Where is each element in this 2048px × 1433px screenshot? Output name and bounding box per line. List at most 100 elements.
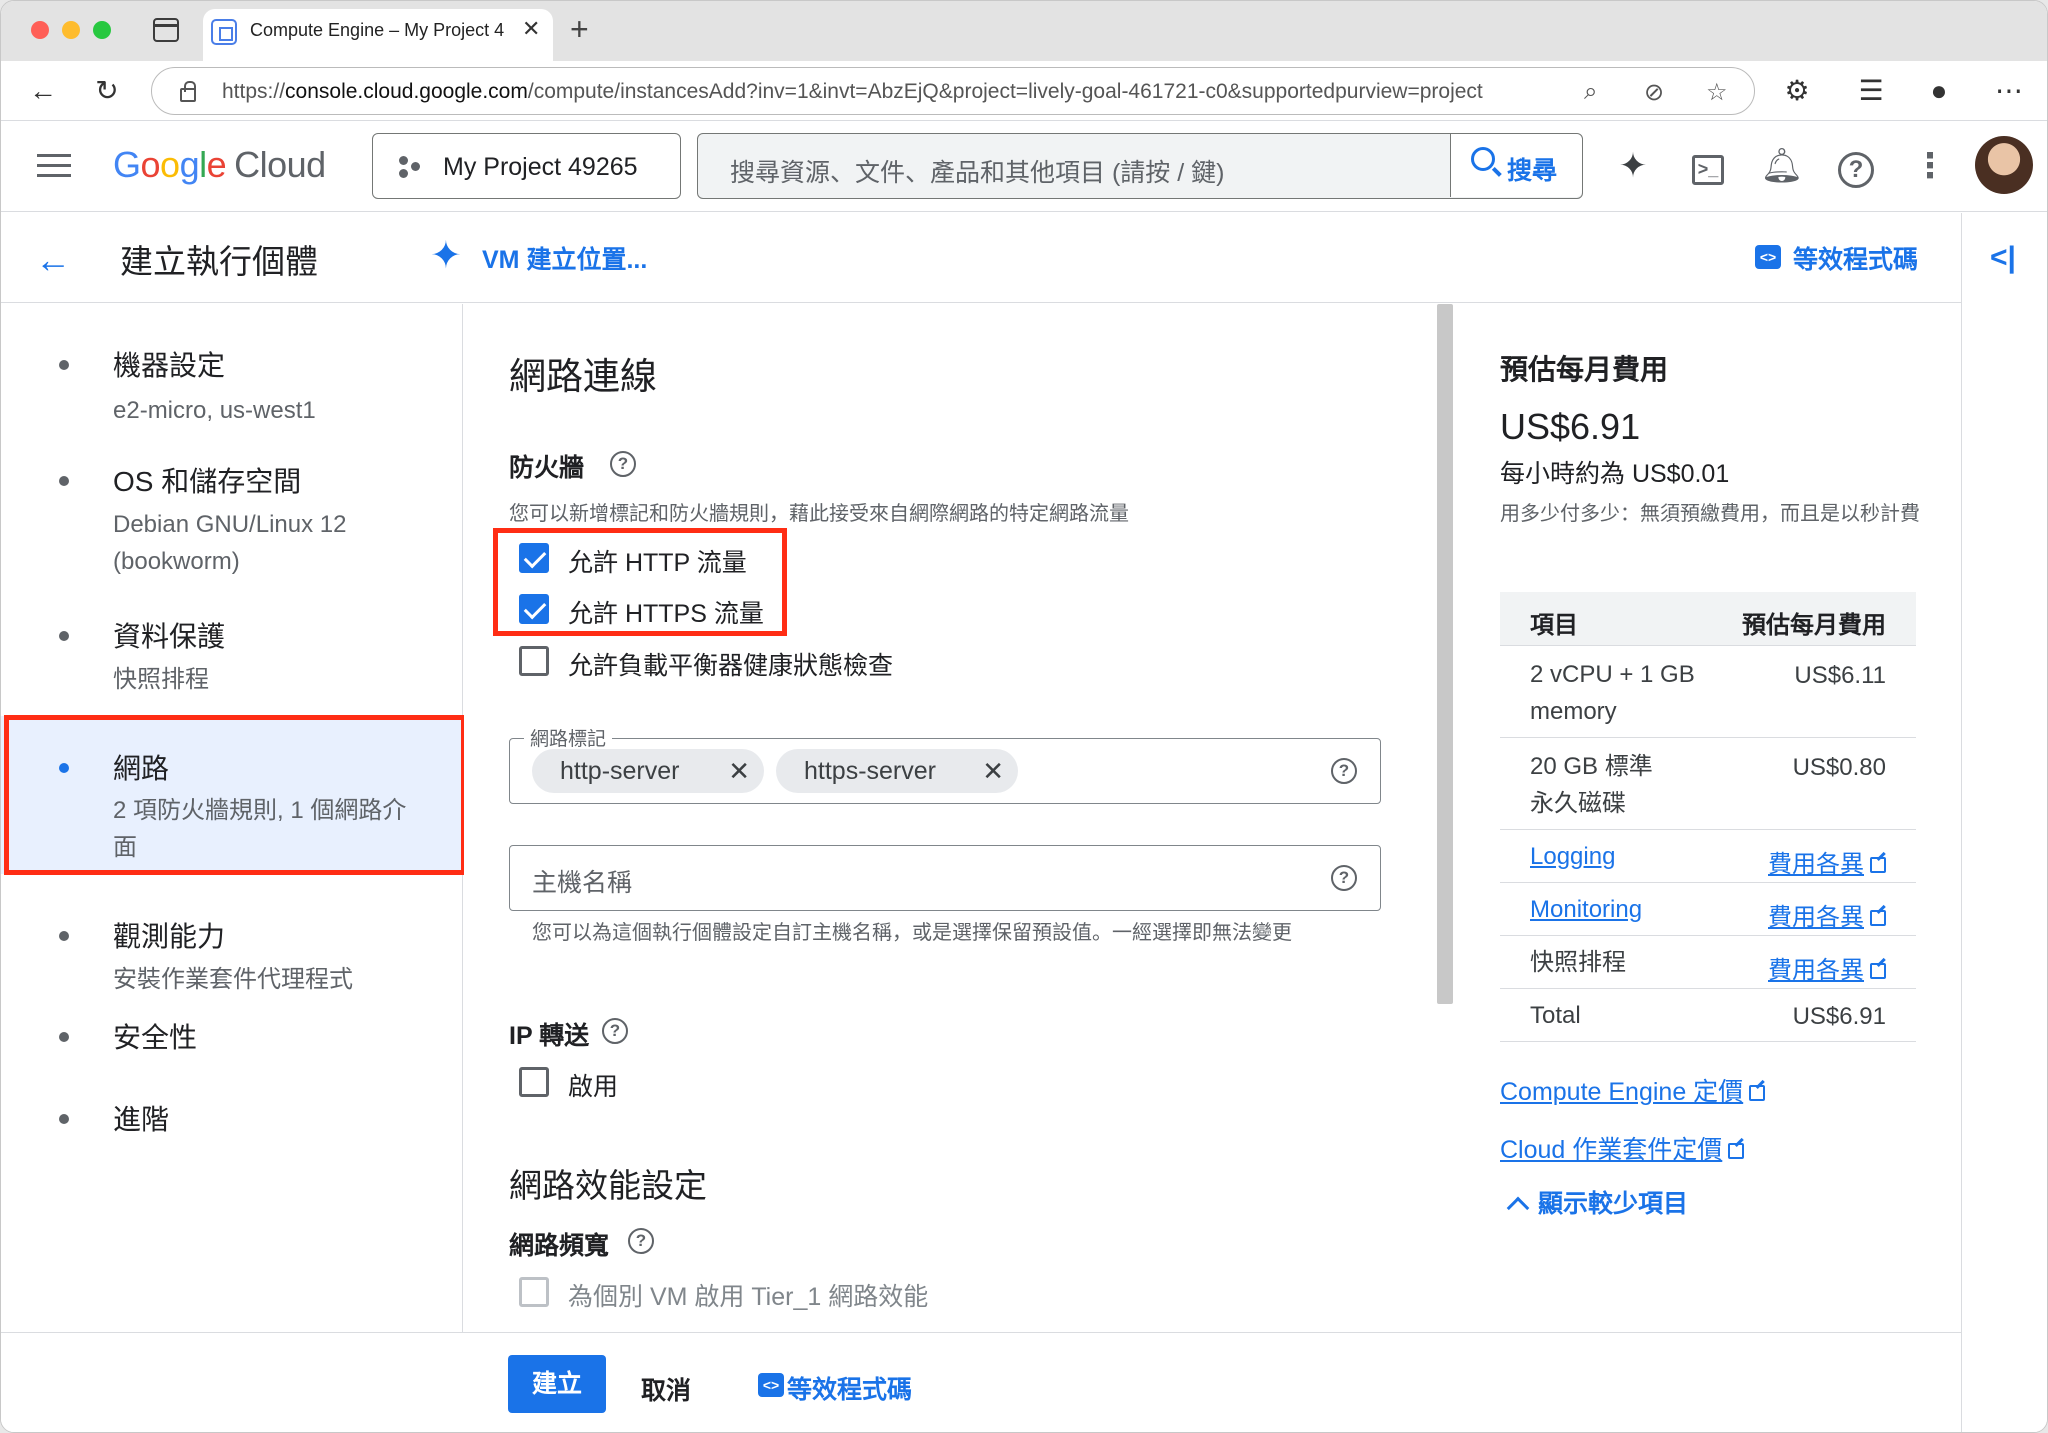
highlight-box-networking (4, 715, 466, 875)
create-button[interactable]: 建立 (508, 1355, 606, 1413)
search-button[interactable]: 搜尋 (1450, 134, 1582, 197)
allow-lb-health-check-checkbox[interactable] (519, 646, 549, 676)
bandwidth-help-icon[interactable]: ? (628, 1228, 654, 1254)
firewall-label: 防火牆 (509, 454, 585, 482)
notifications-bell-icon[interactable]: 🔔︎ (1758, 142, 1806, 190)
external-link-icon (1870, 857, 1886, 873)
google-cloud-logo[interactable]: Google Cloud (113, 144, 326, 186)
close-window-button[interactable] (31, 21, 49, 39)
help-icon[interactable]: ? (1832, 142, 1880, 190)
logging-pricing-link[interactable]: 費用各異 (1768, 844, 1886, 879)
minimize-window-button[interactable] (62, 21, 80, 39)
reload-icon[interactable]: ↻ (89, 73, 125, 109)
gcp-header: Google Cloud My Project 49265 搜尋資源、文件、產品和… (1, 122, 2047, 212)
bandwidth-label: 網路頻寬 (509, 1232, 610, 1260)
step-dot (59, 1114, 69, 1124)
favorite-star-icon[interactable]: ☆ (1706, 78, 1728, 107)
tag-chip[interactable]: https-server ✕ (776, 749, 1018, 793)
back-arrow-icon[interactable]: ← (35, 239, 71, 281)
step-dot (59, 931, 69, 941)
hostname-hint: 您可以為這個執行個體設定自訂主機名稱，或是選擇保留預設值。一經選擇即無法變更 (532, 922, 1292, 944)
section-title: 網路連線 (509, 356, 657, 397)
search-input[interactable]: 搜尋資源、文件、產品和其他項目 (請按 / 鍵) 搜尋 (697, 133, 1583, 199)
compute-engine-favicon-icon (211, 19, 237, 45)
collapse-panel-icon[interactable]: <| (1990, 241, 2016, 275)
monitoring-pricing-link[interactable]: 費用各異 (1768, 897, 1886, 932)
step-dot (59, 1032, 69, 1042)
maximize-window-button[interactable] (93, 21, 111, 39)
more-options-icon[interactable]: ⋮ (1906, 142, 1954, 190)
tier1-checkbox[interactable] (519, 1277, 549, 1307)
more-menu-icon[interactable]: ⋯ (1991, 73, 2027, 109)
back-icon[interactable]: ← (25, 73, 61, 109)
cloud-ops-pricing-link[interactable]: Cloud 作業套件定價 (1500, 1130, 1745, 1166)
ip-forwarding-enable-checkbox[interactable] (519, 1067, 549, 1097)
search-placeholder: 搜尋資源、文件、產品和其他項目 (請按 / 鍵) (730, 159, 1225, 187)
main-menu-icon[interactable] (37, 154, 71, 178)
equivalent-code-link[interactable]: 等效程式碼 (1793, 240, 1918, 276)
snapshot-pricing-link[interactable]: 費用各異 (1768, 950, 1886, 985)
networking-form: 網路連線 防火牆 ? 您可以新增標記和防火牆規則，藉此接受來自網際網路的特定網路… (464, 304, 1437, 1332)
nav-step-data-protection[interactable]: 資料保護 快照排程 (1, 574, 463, 693)
remove-tag-icon[interactable]: ✕ (982, 749, 1004, 793)
monitoring-link[interactable]: Monitoring (1530, 891, 1700, 928)
user-avatar[interactable] (1975, 136, 2033, 194)
network-tags-legend: 網路標記 (524, 724, 613, 751)
network-tags-help-icon[interactable]: ? (1331, 758, 1357, 784)
table-row: 2 vCPU + 1 GB memory US$6.11 (1500, 646, 1916, 738)
show-less-button[interactable]: 顯示較少項目 (1506, 1184, 1688, 1220)
cancel-button[interactable]: 取消 (641, 1371, 691, 1407)
firewall-help-icon[interactable]: ? (610, 451, 636, 477)
nav-step-security[interactable]: 安全性 (1, 994, 463, 1074)
hourly-cost: 每小時約為 US$0.01 (1500, 460, 1730, 488)
url-text: https://console.cloud.google.com/compute… (222, 80, 1483, 103)
tier1-label: 為個別 VM 啟用 Tier_1 網路效能 (568, 1283, 929, 1311)
logging-link[interactable]: Logging (1530, 838, 1700, 875)
compute-engine-pricing-link[interactable]: Compute Engine 定價 (1500, 1072, 1766, 1108)
nav-step-title: 資料保護 (113, 621, 226, 652)
new-tab-button[interactable]: + (570, 11, 589, 48)
browser-window: Compute Engine – My Project 4 ✕ + ← ↻ ht… (0, 0, 2048, 1433)
zoom-icon[interactable]: ⌕ (1584, 78, 1597, 106)
nav-step-os-storage[interactable]: OS 和儲存空間 Debian GNU/Linux 12 (bookworm) (1, 419, 463, 575)
cost-title: 預估每月費用 (1500, 354, 1669, 385)
footer-equivalent-code-link[interactable]: 等效程式碼 (787, 1370, 912, 1406)
gemini-sparkle-icon[interactable]: ✦ (1609, 142, 1657, 190)
address-bar-row: ← ↻ https://console.cloud.google.com/com… (1, 61, 2047, 121)
page-title-bar: ← 建立執行個體 ✦ VM 建立位置... <> 等效程式碼 (1, 213, 1961, 303)
nav-step-title: 安全性 (113, 1022, 198, 1053)
table-row: 快照排程 費用各異 (1500, 936, 1916, 989)
tracking-prevention-icon[interactable]: ⊘ (1644, 78, 1664, 107)
sidebar-toggle-icon[interactable] (153, 18, 179, 42)
step-dot (59, 360, 69, 370)
nav-step-advanced[interactable]: 進階 (1, 1076, 463, 1156)
nav-step-title: 進階 (113, 1104, 170, 1135)
nav-step-sub: Debian GNU/Linux 12 (bookworm) (113, 511, 347, 575)
hostname-field[interactable]: 主機名稱 ? (509, 845, 1381, 911)
nav-step-title: 觀測能力 (113, 921, 226, 952)
tab-close-icon[interactable]: ✕ (522, 16, 540, 42)
nav-step-observability[interactable]: 觀測能力 安裝作業套件代理程式 (1, 874, 463, 993)
url-bar[interactable]: https://console.cloud.google.com/compute… (151, 67, 1755, 115)
code-icon: <> (758, 1373, 784, 1397)
lock-icon (180, 81, 196, 102)
profile-icon[interactable]: ● (1921, 73, 1957, 109)
hostname-placeholder: 主機名稱 (532, 869, 633, 897)
tag-chip[interactable]: http-server ✕ (532, 749, 764, 793)
favorites-icon[interactable]: ☰ (1853, 73, 1889, 109)
external-link-icon (1870, 963, 1886, 979)
network-tags-field[interactable]: 網路標記 http-server ✕ https-server ✕ ? (509, 724, 1381, 804)
nav-step-machine[interactable]: 機器設定 e2-micro, us-west1 (1, 304, 463, 424)
nav-step-title: OS 和儲存空間 (113, 466, 302, 497)
right-rail: <| (1961, 213, 2047, 1432)
vm-creation-location-link[interactable]: VM 建立位置... (482, 240, 647, 276)
project-picker[interactable]: My Project 49265 (372, 133, 681, 199)
cloud-shell-icon[interactable]: >_ (1684, 142, 1732, 190)
hostname-help-icon[interactable]: ? (1331, 865, 1357, 891)
extensions-icon[interactable]: ⚙ (1779, 73, 1815, 109)
remove-tag-icon[interactable]: ✕ (728, 749, 750, 793)
step-dot (59, 476, 69, 486)
page-title: 建立執行個體 (120, 243, 318, 280)
ip-forwarding-help-icon[interactable]: ? (602, 1018, 628, 1044)
form-scrollbar[interactable] (1437, 304, 1453, 1004)
